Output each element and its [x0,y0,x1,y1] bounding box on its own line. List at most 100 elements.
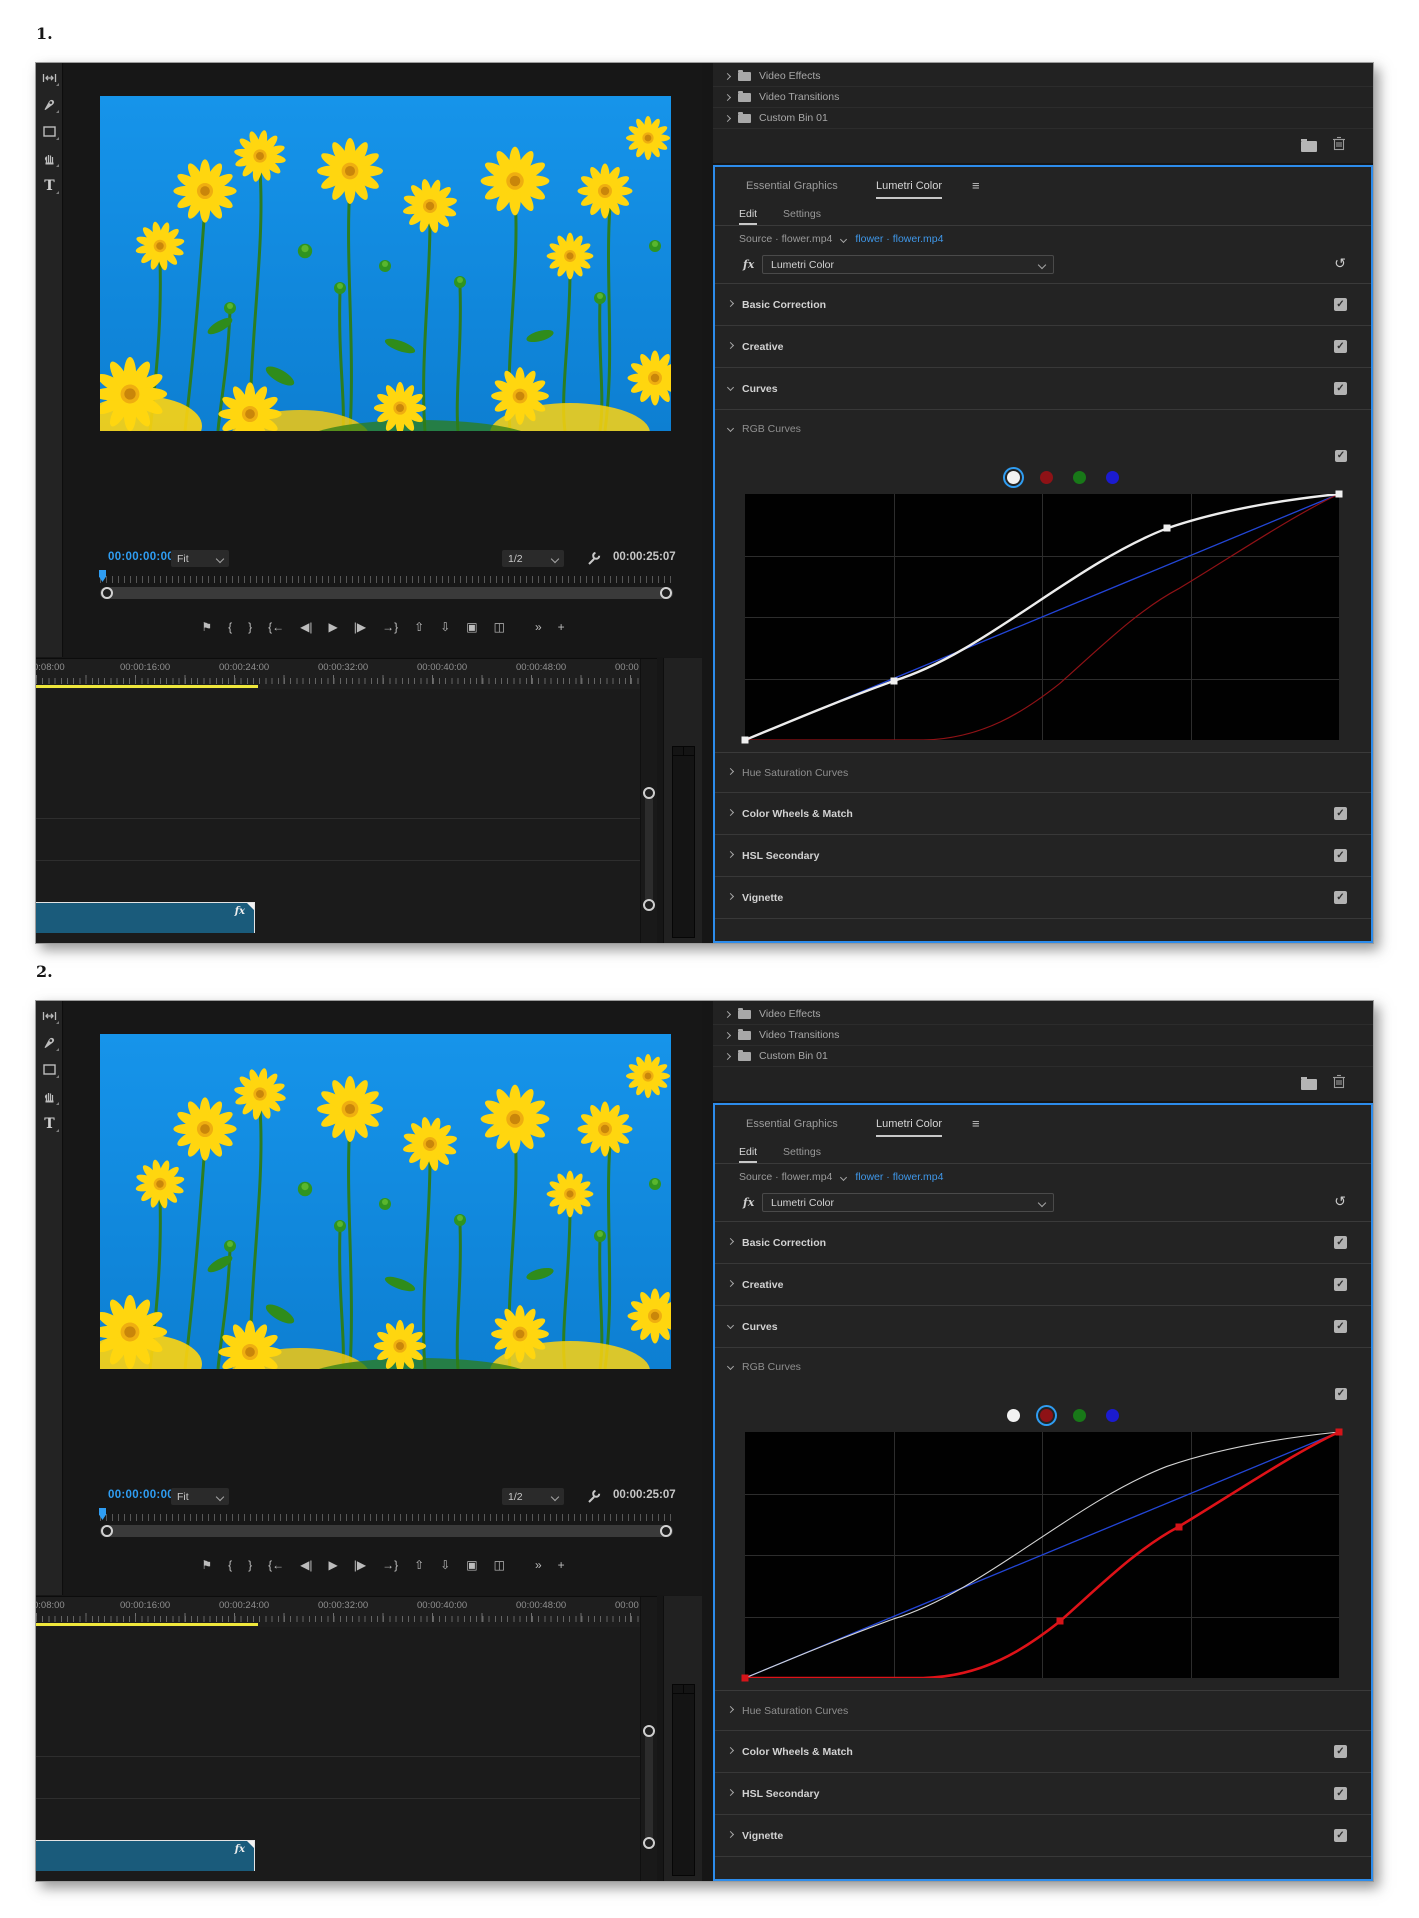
timeline-clip-link[interactable]: flower · flower.mp4 [855,233,943,245]
effect-dropdown[interactable]: Lumetri Color [762,1193,1054,1212]
slip-tool-icon[interactable] [36,1002,63,1029]
section-hsl-secondary[interactable]: HSL Secondary ✓ [715,835,1371,877]
basic-correction-checkbox[interactable]: ✓ [1334,298,1347,311]
creative-checkbox[interactable]: ✓ [1334,1278,1347,1291]
play-icon[interactable]: ▶ [329,1559,338,1571]
tree-item-video-transitions[interactable]: Video Transitions [713,1025,1373,1046]
rgb-curves-checkbox[interactable]: ✓ [1335,1388,1347,1400]
new-bin-icon[interactable] [1301,141,1317,152]
add-marker-icon[interactable]: ⚑ [201,1559,212,1571]
more-icon[interactable]: » [535,621,542,633]
section-curves[interactable]: Curves ✓ [715,368,1371,410]
scrollbar-handle[interactable] [660,1525,672,1537]
chevron-right-icon[interactable] [724,1031,731,1038]
playback-resolution-dropdown[interactable]: 1/2 [502,1488,564,1505]
curve-control-point[interactable] [890,677,897,684]
pen-tool-icon[interactable] [36,1029,63,1056]
channel-white-button[interactable] [1007,1409,1020,1422]
channel-red-button[interactable] [1040,1409,1053,1422]
more-icon[interactable]: » [535,1559,542,1571]
color-wheels-checkbox[interactable]: ✓ [1334,807,1347,820]
extract-icon[interactable]: ⇩ [440,1559,450,1571]
tab-essential-graphics[interactable]: Essential Graphics [746,1118,838,1130]
tab-lumetri-color[interactable]: Lumetri Color [876,180,942,192]
curve-control-point[interactable] [742,1675,749,1682]
add-button-icon[interactable]: + [558,621,565,633]
type-tool-icon[interactable]: T [36,1110,63,1137]
scrollbar-handle[interactable] [643,1837,655,1849]
rgb-curve-graph[interactable] [745,494,1339,740]
curve-control-point[interactable] [742,737,749,744]
basic-correction-checkbox[interactable]: ✓ [1334,1236,1347,1249]
lift-icon[interactable]: ⇧ [414,1559,424,1571]
timeline-tracks[interactable]: fx [36,1627,640,1882]
chevron-down-icon[interactable] [840,1173,847,1180]
channel-green-button[interactable] [1073,471,1086,484]
curve-control-point[interactable] [1056,1618,1063,1625]
extract-icon[interactable]: ⇩ [440,621,450,633]
export-frame-icon[interactable]: ▣ [466,621,477,633]
effect-dropdown[interactable]: Lumetri Color [762,255,1054,274]
timeline-clip-link[interactable]: flower · flower.mp4 [855,1171,943,1183]
tab-settings[interactable]: Settings [783,208,821,220]
hand-tool-icon[interactable] [36,1083,63,1110]
scrollbar-handle[interactable] [643,1725,655,1737]
step-forward-icon[interactable]: |▶ [354,1559,366,1571]
color-wheels-checkbox[interactable]: ✓ [1334,1745,1347,1758]
section-rgb-curves[interactable]: RGB Curves [715,410,1371,448]
delete-icon[interactable] [1332,136,1346,156]
go-to-in-icon[interactable]: {← [268,1559,284,1571]
scrollbar-handle[interactable] [643,899,655,911]
go-to-out-icon[interactable]: →} [382,621,398,633]
section-color-wheels-match[interactable]: Color Wheels & Match ✓ [715,1731,1371,1773]
curves-checkbox[interactable]: ✓ [1334,1320,1347,1333]
chevron-down-icon[interactable] [840,235,847,242]
slip-tool-icon[interactable] [36,64,63,91]
export-frame-icon[interactable]: ▣ [466,1559,477,1571]
tab-settings[interactable]: Settings [783,1146,821,1158]
add-marker-icon[interactable]: ⚑ [201,621,212,633]
comparison-view-icon[interactable]: ◫ [494,621,505,633]
chevron-right-icon[interactable] [724,1052,731,1059]
hsl-secondary-checkbox[interactable]: ✓ [1334,849,1347,862]
monitor-time-ruler[interactable] [100,572,673,583]
lift-icon[interactable]: ⇧ [414,621,424,633]
curve-control-point[interactable] [1336,491,1343,498]
reset-effect-icon[interactable]: ↺ [1334,255,1346,272]
section-basic-correction[interactable]: Basic Correction ✓ [715,1222,1371,1264]
section-curves[interactable]: Curves ✓ [715,1306,1371,1348]
monitor-zoom-scrollbar[interactable] [100,1525,673,1537]
tree-item-video-transitions[interactable]: Video Transitions [713,87,1373,108]
comparison-view-icon[interactable]: ◫ [494,1559,505,1571]
hsl-secondary-checkbox[interactable]: ✓ [1334,1787,1347,1800]
vignette-checkbox[interactable]: ✓ [1334,1829,1347,1842]
hand-tool-icon[interactable] [36,145,63,172]
mark-out-icon[interactable]: } [248,621,252,633]
creative-checkbox[interactable]: ✓ [1334,340,1347,353]
channel-blue-button[interactable] [1106,1409,1119,1422]
panel-menu-icon[interactable]: ≡ [972,1116,980,1131]
tab-essential-graphics[interactable]: Essential Graphics [746,180,838,192]
new-bin-icon[interactable] [1301,1079,1317,1090]
curves-checkbox[interactable]: ✓ [1334,382,1347,395]
section-vignette[interactable]: Vignette ✓ [715,877,1371,919]
curve-control-point[interactable] [1336,1429,1343,1436]
tree-item-video-effects[interactable]: Video Effects [713,66,1373,87]
type-tool-icon[interactable]: T [36,172,63,199]
monitor-zoom-scrollbar[interactable] [100,587,673,599]
tree-item-video-effects[interactable]: Video Effects [713,1004,1373,1025]
timeline-clip[interactable]: fx [36,1840,255,1871]
tab-edit[interactable]: Edit [739,1146,757,1158]
chevron-right-icon[interactable] [724,1010,731,1017]
timeline-vertical-scrollbar[interactable] [640,1597,657,1882]
section-hsl-secondary[interactable]: HSL Secondary ✓ [715,1773,1371,1815]
channel-red-button[interactable] [1040,471,1053,484]
scrollbar-track[interactable] [645,791,653,907]
timeline-tracks[interactable]: fx [36,689,640,944]
scrollbar-handle[interactable] [101,1525,113,1537]
tab-lumetri-color[interactable]: Lumetri Color [876,1118,942,1130]
section-creative[interactable]: Creative ✓ [715,1264,1371,1306]
tree-item-custom-bin[interactable]: Custom Bin 01 [713,108,1373,129]
section-vignette[interactable]: Vignette ✓ [715,1815,1371,1857]
playhead[interactable] [99,570,106,582]
